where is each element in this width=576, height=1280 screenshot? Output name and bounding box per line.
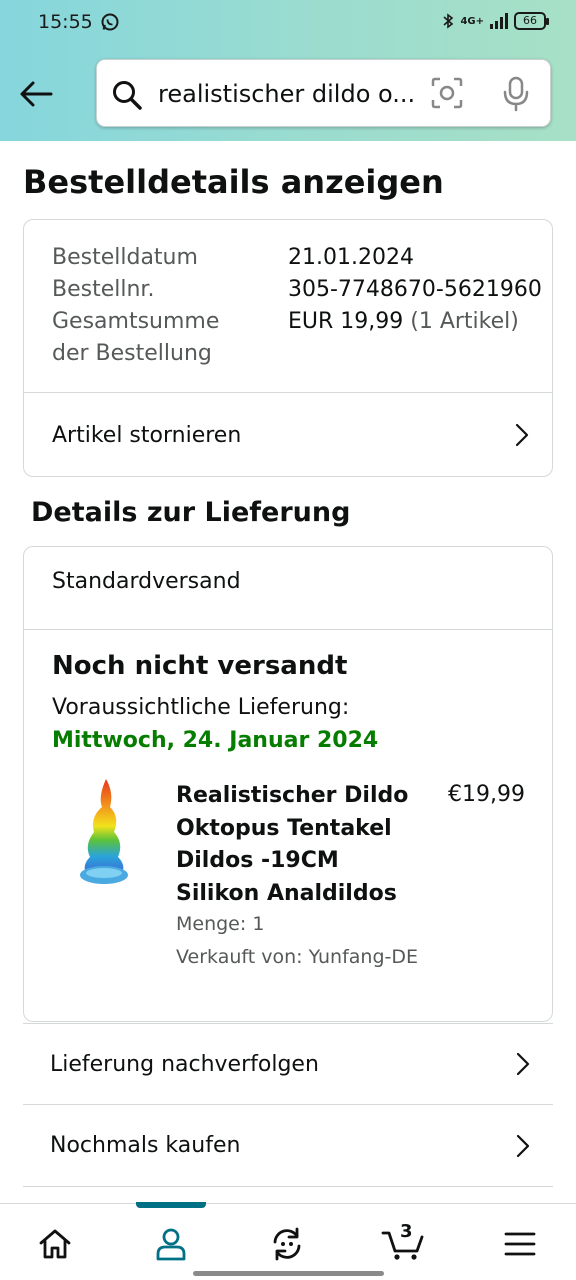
order-number-label: Bestellnr.: [52, 277, 155, 302]
order-total-value: EUR 19,99: [288, 309, 404, 334]
delivery-section-title: Details zur Lieferung: [31, 497, 351, 528]
active-tab-indicator: [136, 1202, 206, 1208]
status-bar: 15:55 4G+ 66: [0, 0, 576, 44]
cancel-item-label: Artikel stornieren: [52, 422, 242, 448]
signal-icon: [490, 13, 508, 29]
buy-again-label: Nochmals kaufen: [50, 1133, 241, 1158]
track-delivery-link[interactable]: Lieferung nachverfolgen: [23, 1023, 553, 1105]
home-icon: [39, 1229, 71, 1259]
network-type: 4G+: [460, 15, 484, 27]
divider: [24, 629, 552, 630]
search-bar[interactable]: realistischer dildo o...: [96, 59, 551, 127]
camera-search-icon[interactable]: [431, 77, 463, 109]
order-summary-card: Bestelldatum 21.01.2024 Bestellnr. 305-7…: [23, 219, 553, 477]
cancel-item-link[interactable]: Artikel stornieren: [24, 393, 552, 477]
track-delivery-label: Lieferung nachverfolgen: [50, 1051, 319, 1077]
status-icons: 4G+ 66: [442, 12, 549, 30]
product-price: €19,99: [448, 782, 525, 807]
nav-menu[interactable]: [498, 1222, 542, 1266]
order-date-row: Bestelldatum 21.01.2024: [52, 242, 414, 274]
cart-count-badge: 3: [400, 1221, 413, 1242]
bluetooth-icon: [443, 13, 454, 29]
product-title-link[interactable]: Realistischer Dildo Oktopus Tentakel Dil…: [176, 780, 416, 910]
order-date-value: 21.01.2024: [288, 245, 414, 270]
order-total-row: Gesamtsumme der Bestellung EUR 19,99 (1 …: [52, 306, 519, 370]
back-arrow-icon: [20, 81, 53, 107]
chevron-right-icon: [516, 1134, 530, 1157]
order-total-value-group: EUR 19,99 (1 Artikel): [288, 306, 519, 338]
battery-indicator: 66: [514, 12, 549, 30]
order-total-label-line2: der Bestellung: [52, 341, 212, 366]
expected-delivery-date: Mittwoch, 24. Januar 2024: [52, 728, 379, 753]
status-time: 15:55: [38, 11, 93, 33]
app-header: 15:55 4G+ 66 realistischer dildo o...: [0, 0, 576, 141]
bottom-navigation: 3: [0, 1202, 576, 1280]
nav-home[interactable]: [33, 1222, 77, 1266]
product-quantity: Menge: 1: [176, 913, 265, 935]
search-input[interactable]: realistischer dildo o...: [158, 80, 416, 108]
delivery-card: Standardversand Noch nicht versandt Vora…: [23, 546, 553, 1022]
order-total-label-line1: Gesamtsumme: [52, 309, 220, 334]
order-number-value: 305-7748670-5621960: [288, 277, 542, 302]
order-number-row: Bestellnr. 305-7748670-5621960: [52, 274, 542, 306]
whatsapp-icon: [101, 13, 119, 31]
buy-again-link[interactable]: Nochmals kaufen: [23, 1105, 553, 1187]
shipping-type: Standardversand: [52, 569, 241, 594]
order-date-label: Bestelldatum: [52, 245, 198, 270]
order-item-count: (1 Artikel): [410, 309, 519, 334]
expected-delivery-label: Voraussichtliche Lieferung:: [52, 695, 350, 720]
microphone-icon[interactable]: [501, 76, 531, 112]
chevron-right-icon: [516, 1052, 530, 1076]
product-image[interactable]: [76, 777, 132, 887]
product-seller: Verkauft von: Yunfang-DE: [176, 946, 419, 968]
nav-rufus[interactable]: [265, 1222, 309, 1266]
shipment-status: Noch nicht versandt: [52, 651, 348, 681]
chevron-right-icon: [515, 423, 529, 447]
hamburger-menu-icon: [504, 1232, 536, 1256]
gesture-navigation-bar[interactable]: [193, 1271, 384, 1276]
nav-account[interactable]: [149, 1222, 193, 1266]
back-button[interactable]: [14, 72, 58, 116]
refresh-cycle-icon: [273, 1227, 301, 1261]
page-title: Bestelldetails anzeigen: [23, 163, 444, 201]
search-icon: [113, 81, 142, 110]
person-icon: [156, 1228, 186, 1261]
